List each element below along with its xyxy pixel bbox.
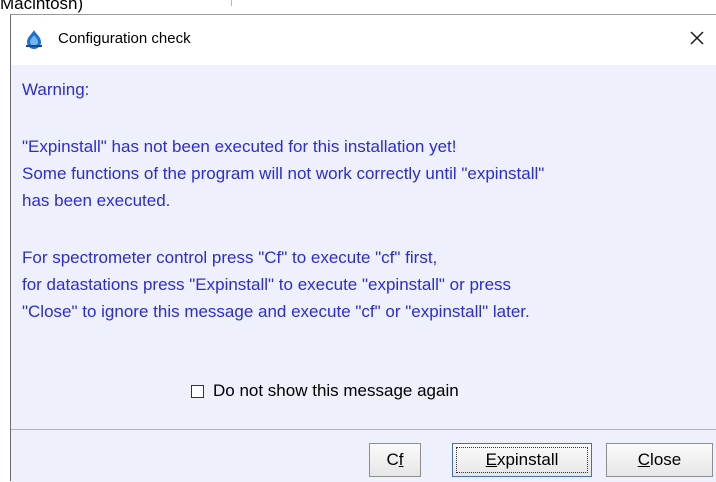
bruker-app-icon [26,30,42,49]
dialog-title: Configuration check [58,30,191,47]
dialog-content: Warning: "Expinstall" has not been execu… [11,65,716,429]
close-mnemonic: C [637,450,651,469]
configuration-check-dialog: Configuration check Warning: "Expinstall… [10,14,716,482]
cf-mnemonic: f [398,450,404,469]
message-line: for datastations press "Expinstall" to e… [22,275,512,294]
warning-heading: Warning: [22,80,90,99]
dialog-titlebar[interactable]: Configuration check [11,15,716,65]
dont-show-again-label[interactable]: Do not show this message again [213,381,459,401]
message-line: Some functions of the program will not w… [22,164,545,183]
dialog-button-bar: Cf Expinstall Close [11,430,716,482]
message-line: "Close" to ignore this message and execu… [22,302,530,321]
background-window-edge [231,0,244,6]
close-icon[interactable] [686,27,708,49]
focus-ring [456,447,588,473]
message-line: For spectrometer control press "Cf" to e… [22,248,438,267]
close-button[interactable]: Close [606,443,713,477]
dont-show-again-checkbox[interactable] [191,384,204,398]
expinstall-button[interactable]: Expinstall [452,443,592,477]
background-window-text: Macintosh) [0,0,84,13]
cf-label-pre: C [386,450,399,469]
dont-show-again-option[interactable]: Do not show this message again [191,380,459,402]
close-label-post: lose [650,450,682,469]
cf-button[interactable]: Cf [369,443,421,477]
message-line: "Expinstall" has not been executed for t… [22,137,457,156]
message-line: has been executed. [22,191,171,210]
